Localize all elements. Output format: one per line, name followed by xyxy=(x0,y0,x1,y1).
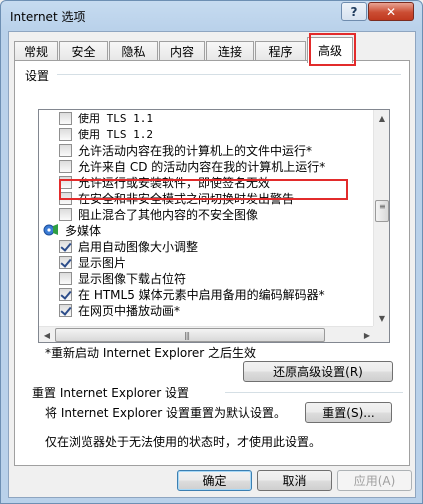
list-item[interactable]: 显示图片 xyxy=(59,254,389,270)
settings-group-label: 设置 xyxy=(25,69,50,83)
settings-list[interactable]: 使用 TLS 1.1 使用 TLS 1.2 允许活动内容在我的计算机上的文件中运… xyxy=(38,109,390,343)
horizontal-scrollbar[interactable]: ◀ ||| ▶ xyxy=(39,326,375,342)
tab-privacy[interactable]: 隐私 xyxy=(109,41,158,61)
tab-label: 连接 xyxy=(217,45,242,59)
checkbox[interactable] xyxy=(59,111,72,125)
dialog-body: 常规 安全 隐私 内容 连接 程序 高级 设置 使用 TLS 1.1 使用 TL… xyxy=(8,31,416,498)
tab-label: 安全 xyxy=(71,45,96,59)
internet-options-window: Internet 选项 ? ✕ 常规 安全 隐私 内容 连接 程序 高级 设置 … xyxy=(0,0,423,504)
list-item[interactable]: 允许来自 CD 的活动内容在我的计算机上运行* xyxy=(59,158,389,174)
tab-connections[interactable]: 连接 xyxy=(206,41,254,61)
list-item[interactable]: 阻止混合了其他内容的不安全图像 xyxy=(59,206,389,222)
tab-general[interactable]: 常规 xyxy=(14,41,58,61)
grip-icon: ≡ xyxy=(379,202,386,211)
tab-label: 高级 xyxy=(317,44,342,58)
tab-content[interactable]: 内容 xyxy=(159,41,205,61)
tab-label: 常规 xyxy=(23,45,48,59)
item-label: 允许来自 CD 的活动内容在我的计算机上运行* xyxy=(78,159,326,174)
tab-advanced[interactable]: 高级 xyxy=(307,37,353,63)
window-title: Internet 选项 xyxy=(10,10,86,24)
list-item[interactable]: 在安全和非安全模式之间切换时发出警告 xyxy=(59,190,389,206)
checkbox[interactable] xyxy=(59,271,72,285)
close-button[interactable]: ✕ xyxy=(368,2,414,21)
restart-note: *重新启动 Internet Explorer 之后生效 xyxy=(45,346,257,360)
tab-label: 程序 xyxy=(268,45,293,59)
tab-label: 隐私 xyxy=(121,45,146,59)
checkbox[interactable] xyxy=(59,287,72,301)
cancel-button[interactable]: 取消 xyxy=(257,470,332,491)
restore-advanced-button[interactable]: 还原高级设置(R) xyxy=(243,361,393,382)
list-item[interactable]: 显示图像下载占位符 xyxy=(59,270,389,286)
multimedia-icon xyxy=(43,223,59,237)
list-item[interactable]: 允许活动内容在我的计算机上的文件中运行* xyxy=(59,142,389,158)
scroll-down-icon[interactable]: ▼ xyxy=(374,310,389,326)
checkbox[interactable] xyxy=(59,175,72,189)
list-item[interactable]: 在网页中播放动画* xyxy=(59,302,389,318)
item-label: 在网页中播放动画* xyxy=(78,303,181,318)
apply-button[interactable]: 应用(A) xyxy=(337,470,412,491)
item-label: 使用 TLS 1.2 xyxy=(78,128,153,141)
list-item[interactable]: 在 HTML5 媒体元素中启用备用的编码解码器* xyxy=(59,286,389,302)
reset-note: 仅在浏览器处于无法使用的状态时，才使用此设置。 xyxy=(45,435,322,449)
close-icon: ✕ xyxy=(385,4,397,19)
checkbox[interactable] xyxy=(59,239,72,253)
ok-button[interactable]: 确定 xyxy=(177,470,252,491)
item-label: 多媒体 xyxy=(65,223,102,238)
checkbox[interactable] xyxy=(59,207,72,221)
reset-group-label: 重置 Internet Explorer 设置 xyxy=(32,386,190,400)
advanced-panel: 设置 使用 TLS 1.1 使用 TLS 1.2 允许活动内容在我的计算机上的文… xyxy=(14,60,410,466)
horizontal-scroll-thumb[interactable]: ||| xyxy=(55,328,325,342)
item-label: 启用自动图像大小调整 xyxy=(78,239,199,254)
vertical-scrollbar[interactable]: ▲ ≡ ▼ xyxy=(373,110,389,326)
tab-label: 内容 xyxy=(169,45,194,59)
scroll-left-icon[interactable]: ◀ xyxy=(39,327,55,342)
item-label: 使用 TLS 1.1 xyxy=(78,112,153,125)
category-multimedia: 多媒体 xyxy=(43,222,379,238)
scroll-corner xyxy=(373,326,389,342)
checkbox[interactable] xyxy=(59,143,72,157)
item-label: 阻止混合了其他内容的不安全图像 xyxy=(78,207,259,222)
checkbox[interactable] xyxy=(59,303,72,317)
help-button[interactable]: ? xyxy=(341,2,367,21)
list-item[interactable]: 允许运行或安装软件，即使签名无效 xyxy=(59,174,389,190)
title-bar[interactable]: Internet 选项 ? ✕ xyxy=(1,1,422,31)
help-icon: ? xyxy=(350,4,358,19)
item-label: 允许运行或安装软件，即使签名无效 xyxy=(78,175,271,190)
scroll-up-icon[interactable]: ▲ xyxy=(374,110,389,126)
list-item[interactable]: 使用 TLS 1.1 xyxy=(59,110,389,126)
reset-button[interactable]: 重置(S)... xyxy=(305,402,392,423)
item-label: 显示图片 xyxy=(78,255,127,270)
item-label: 在 HTML5 媒体元素中启用备用的编码解码器* xyxy=(78,287,325,302)
settings-divider xyxy=(57,74,401,75)
list-item[interactable]: 启用自动图像大小调整 xyxy=(59,238,389,254)
tab-programs[interactable]: 程序 xyxy=(255,41,306,61)
reset-description: 将 Internet Explorer 设置重置为默认设置。 xyxy=(45,406,287,420)
grip-icon: ||| xyxy=(184,331,190,340)
checkbox[interactable] xyxy=(59,191,72,205)
checkbox[interactable] xyxy=(59,159,72,173)
tab-security[interactable]: 安全 xyxy=(59,41,108,61)
reset-divider xyxy=(225,392,403,393)
checkbox[interactable] xyxy=(59,127,72,141)
list-item[interactable]: 使用 TLS 1.2 xyxy=(59,126,389,142)
checkbox[interactable] xyxy=(59,255,72,269)
item-label: 在安全和非安全模式之间切换时发出警告 xyxy=(78,191,295,206)
vertical-scroll-thumb[interactable]: ≡ xyxy=(375,200,389,222)
item-label: 允许活动内容在我的计算机上的文件中运行* xyxy=(78,143,313,158)
item-label: 显示图像下载占位符 xyxy=(78,271,187,286)
